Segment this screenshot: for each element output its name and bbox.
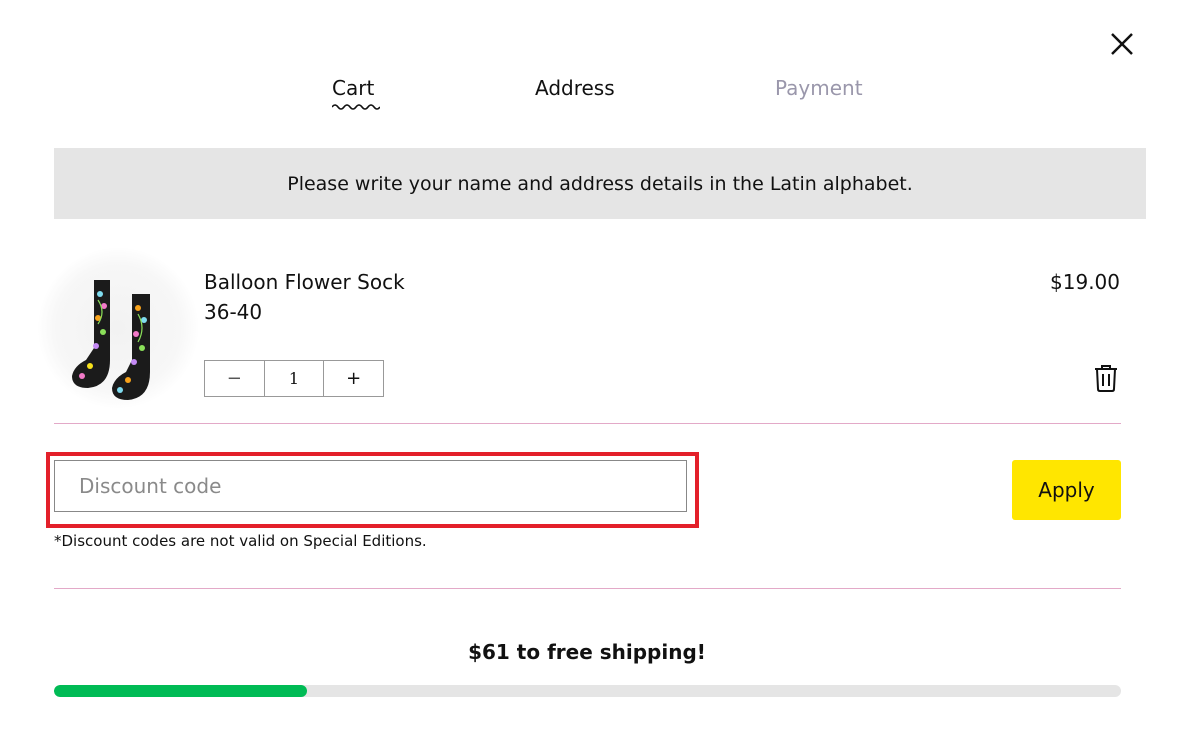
sock-image-graphic — [72, 280, 150, 400]
discount-note: *Discount codes are not valid on Special… — [54, 532, 427, 550]
free-shipping-progress — [54, 685, 1121, 697]
divider — [54, 588, 1121, 589]
divider — [54, 423, 1121, 424]
free-shipping-progress-fill — [54, 685, 307, 697]
step-payment: Payment — [775, 76, 863, 100]
decrease-quantity-button[interactable]: − — [205, 361, 265, 396]
quantity-value: 1 — [265, 361, 325, 396]
increase-quantity-button[interactable]: + — [324, 361, 383, 396]
discount-highlight — [46, 452, 699, 528]
apply-discount-button[interactable]: Apply — [1012, 460, 1121, 520]
close-icon — [1111, 33, 1133, 55]
discount-code-input[interactable] — [54, 460, 687, 512]
quantity-stepper: − 1 + — [204, 360, 384, 397]
active-step-underline — [332, 104, 380, 110]
checkout-steps: Cart Address Payment — [0, 74, 1197, 114]
step-address[interactable]: Address — [535, 74, 615, 102]
latin-alphabet-notice: Please write your name and address detai… — [54, 148, 1146, 219]
sock-product-image[interactable] — [38, 248, 198, 408]
free-shipping-message: $61 to free shipping! — [468, 640, 706, 664]
step-cart[interactable]: Cart — [332, 74, 374, 102]
close-button[interactable] — [1108, 30, 1136, 58]
notice-text: Please write your name and address detai… — [287, 172, 913, 195]
product-price: $19.00 — [1050, 270, 1120, 294]
remove-item-button[interactable] — [1093, 364, 1119, 392]
product-name[interactable]: Balloon Flower Sock — [204, 270, 405, 294]
product-size: 36-40 — [204, 300, 263, 324]
trash-icon — [1095, 365, 1117, 392]
